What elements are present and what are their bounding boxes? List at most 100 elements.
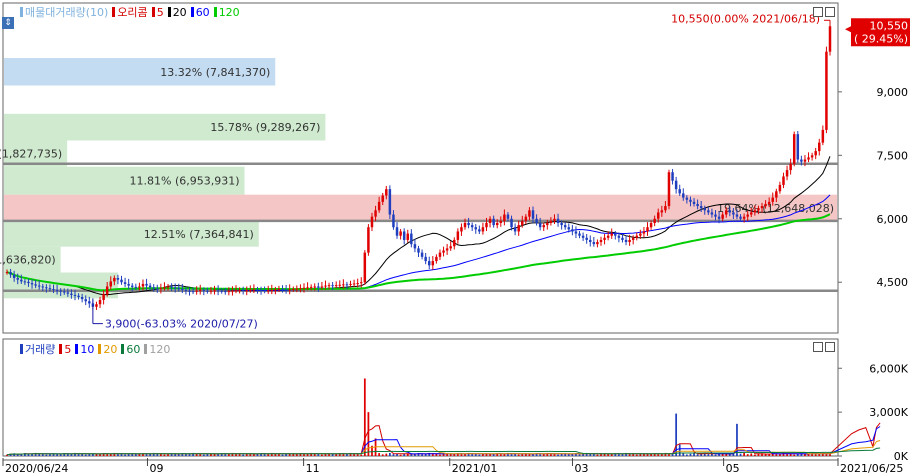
- legend-label[interactable]: 60: [196, 6, 210, 19]
- volume-bar: [202, 454, 205, 456]
- candle-body: [503, 214, 506, 221]
- candle-body: [213, 290, 216, 292]
- candle-body: [413, 244, 417, 249]
- candle-body: [123, 282, 127, 284]
- candle-body: [220, 290, 223, 292]
- candle-body: [166, 286, 170, 288]
- candle-body: [274, 289, 277, 291]
- volume-bar: [163, 454, 166, 456]
- candle-body: [188, 290, 191, 292]
- last-price-value: 10,550: [870, 19, 909, 32]
- candle-body: [127, 283, 130, 286]
- volume-bar: [410, 454, 413, 456]
- volume-panel-close-icon[interactable]: [825, 342, 835, 352]
- candle-body: [524, 216, 528, 221]
- candle-body: [360, 282, 363, 284]
- volume-bar: [550, 454, 552, 456]
- volume-bar: [56, 454, 58, 456]
- candle-body: [589, 239, 592, 243]
- candle-body: [689, 199, 692, 202]
- candle-body: [800, 159, 803, 162]
- candle-body: [109, 281, 113, 287]
- volume-bar: [185, 454, 187, 456]
- volume-bar: [84, 454, 87, 456]
- candle-body: [517, 225, 520, 232]
- candle-body: [406, 233, 410, 240]
- legend-label[interactable]: 60: [126, 343, 140, 356]
- candle-body: [356, 283, 359, 285]
- candle-body: [48, 288, 52, 290]
- legend-label[interactable]: 20: [103, 343, 117, 356]
- legend-label[interactable]: 120: [149, 343, 170, 356]
- candle-body: [52, 289, 55, 290]
- candle-body: [195, 290, 198, 292]
- volume-bar: [528, 454, 531, 456]
- candle-body: [707, 210, 710, 213]
- legend-label[interactable]: 5: [64, 343, 71, 356]
- volume-bar: [292, 454, 295, 456]
- candle-body: [692, 201, 696, 204]
- candle-body: [610, 233, 613, 236]
- volume-bar: [45, 454, 48, 456]
- panel-restore-icon[interactable]: [813, 7, 823, 17]
- volume-bar: [303, 454, 305, 456]
- candle-body: [377, 201, 381, 211]
- candle-body: [492, 218, 495, 226]
- legend-label[interactable]: 10: [80, 343, 94, 356]
- candle-body: [760, 206, 764, 209]
- candle-body: [656, 212, 660, 219]
- legend-swatch: [121, 344, 125, 354]
- panel-close-icon[interactable]: [825, 7, 835, 17]
- candle-body: [256, 289, 259, 291]
- candle-body: [281, 289, 284, 290]
- candle-body: [814, 151, 817, 156]
- volume-bar: [775, 454, 778, 456]
- volume-bar: [689, 453, 692, 456]
- legend-swatch: [20, 7, 23, 17]
- volume-bar: [743, 452, 745, 456]
- candle-body: [481, 227, 485, 232]
- candle-body: [664, 206, 667, 211]
- volume-bar: [618, 454, 620, 456]
- candle-body: [138, 286, 141, 288]
- legend-label[interactable]: 5: [157, 6, 164, 19]
- candle-body: [696, 203, 699, 207]
- legend-swatch: [213, 7, 217, 17]
- volume-bar: [646, 454, 649, 456]
- legend-label[interactable]: 오리콤: [117, 4, 147, 20]
- legend-label[interactable]: 매물대거래량(10): [25, 4, 108, 20]
- candle-body: [320, 286, 324, 288]
- volume-bar: [685, 454, 688, 456]
- candle-body: [120, 279, 123, 283]
- candle-body: [20, 279, 23, 282]
- candle-body: [467, 223, 470, 226]
- volume-bar: [793, 454, 796, 456]
- stock-chart[interactable]: 13.32% (7,841,370) 15.78% (9,289,267) 3.10…: [0, 0, 912, 476]
- legend-label[interactable]: 120: [219, 6, 240, 19]
- candle-body: [324, 285, 327, 287]
- legend-label[interactable]: 거래량: [25, 341, 55, 357]
- candle-body: [810, 155, 814, 158]
- candle-body: [478, 229, 481, 232]
- volume-panel-restore-icon[interactable]: [813, 342, 823, 352]
- volume-bar: [596, 454, 599, 456]
- candle-body: [98, 300, 102, 305]
- candle-body: [198, 289, 202, 291]
- candle-body: [163, 287, 166, 289]
- volume-bar: [678, 444, 681, 456]
- candle-body: [385, 189, 388, 196]
- candle-body: [682, 193, 685, 198]
- legend-label[interactable]: 20: [173, 6, 187, 19]
- panel-toggle-icon[interactable]: ⇕: [2, 17, 14, 29]
- legend-swatch: [167, 7, 171, 17]
- volume-bar: [589, 454, 592, 456]
- chart-canvas[interactable]: 13.32% (7,841,370) 15.78% (9,289,267) 3.10…: [0, 0, 912, 476]
- volume-bar: [696, 454, 699, 456]
- candle-body: [438, 252, 442, 257]
- candle-body: [506, 214, 510, 219]
- candle-body: [241, 289, 245, 291]
- candle-body: [546, 223, 549, 226]
- candle-body: [442, 250, 445, 253]
- legend-top: 매물대거래량(10) 오리콤 5 20 60 120: [16, 4, 240, 20]
- volume-bar: [313, 454, 316, 456]
